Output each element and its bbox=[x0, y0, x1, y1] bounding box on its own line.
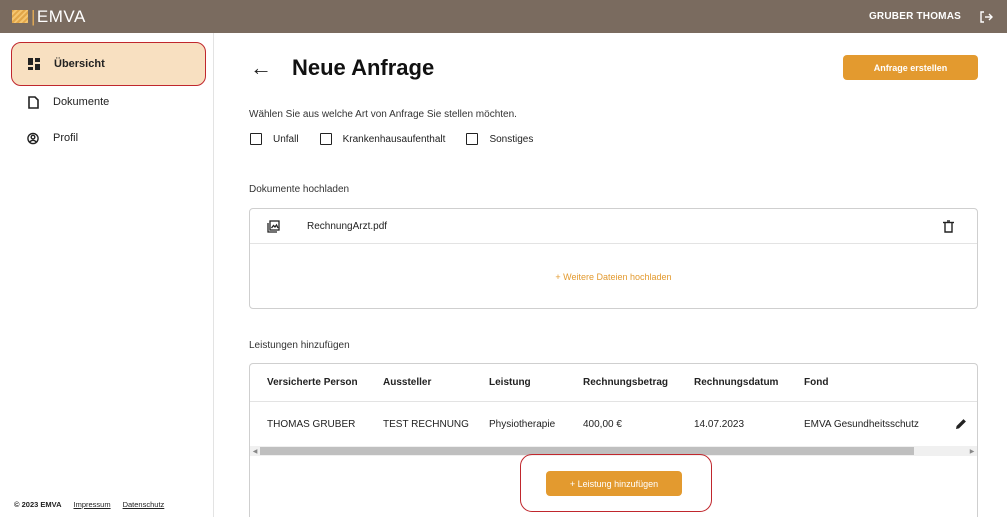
table-row[interactable]: THOMAS GRUBER TEST RECHNUNG Physiotherap… bbox=[250, 402, 977, 446]
main-content: ← Neue Anfrage Anfrage erstellen Wählen … bbox=[214, 33, 1007, 517]
impressum-link[interactable]: Impressum bbox=[74, 500, 111, 509]
checkbox-unfall[interactable]: Unfall bbox=[250, 133, 299, 145]
table-cell: 14.07.2023 bbox=[694, 418, 745, 430]
sidebar-footer: © 2023 EMVA Impressum Datenschutz bbox=[14, 500, 164, 509]
table-cell: 400,00 € bbox=[583, 418, 622, 430]
user-name[interactable]: GRUBER THOMAS bbox=[869, 11, 961, 22]
logo-text: EMVA bbox=[36, 6, 86, 26]
page-title: Neue Anfrage bbox=[292, 55, 435, 80]
table-cell: THOMAS GRUBER bbox=[267, 418, 356, 430]
upload-more-files-button[interactable]: + Weitere Dateien hochladen bbox=[250, 244, 977, 309]
profile-icon bbox=[27, 132, 39, 144]
document-upload-box: RechnungArzt.pdf + Weitere Dateien hochl… bbox=[249, 208, 978, 309]
checkbox-label: Krankenhausaufenthalt bbox=[342, 133, 446, 145]
column-header: Rechnungsdatum bbox=[694, 377, 779, 388]
page-header: ← Neue Anfrage bbox=[250, 55, 434, 81]
copyright: © 2023 EMVA bbox=[14, 500, 62, 509]
scroll-right-icon[interactable]: ▶ bbox=[967, 446, 977, 456]
checkbox-box[interactable] bbox=[319, 133, 332, 145]
sidebar: Übersicht Dokumente Profil © 2023 EMVA I… bbox=[0, 33, 214, 517]
checkbox-box[interactable] bbox=[250, 133, 262, 145]
logout-icon[interactable] bbox=[979, 10, 993, 24]
top-bar: |EMVA GRUBER THOMAS bbox=[0, 0, 1007, 33]
scroll-left-icon[interactable]: ◀ bbox=[250, 446, 260, 456]
sidebar-item-label: Übersicht bbox=[54, 58, 105, 70]
dashboard-icon bbox=[28, 58, 40, 70]
checkbox-label: Unfall bbox=[273, 133, 299, 145]
checkbox-label: Sonstiges bbox=[489, 133, 534, 145]
sidebar-item-label: Profil bbox=[53, 132, 79, 144]
request-type-options: Unfall Krankenhausaufenthalt Sonstiges bbox=[250, 133, 533, 145]
emva-logo[interactable]: |EMVA bbox=[12, 0, 86, 33]
request-type-intro: Wählen Sie aus welche Art von Anfrage Si… bbox=[249, 109, 517, 120]
sidebar-item-label: Dokumente bbox=[53, 96, 110, 108]
services-section-label: Leistungen hinzufügen bbox=[249, 340, 350, 351]
trash-icon[interactable] bbox=[943, 220, 954, 233]
create-request-button[interactable]: Anfrage erstellen bbox=[843, 55, 978, 80]
back-arrow-icon[interactable]: ← bbox=[250, 57, 272, 79]
table-header: Versicherte Person Aussteller Leistung R… bbox=[250, 364, 977, 402]
checkbox-sonstiges[interactable]: Sonstiges bbox=[466, 133, 533, 145]
table-cell: EMVA Gesundheitsschutz bbox=[804, 418, 919, 430]
document-icon bbox=[27, 95, 39, 109]
sidebar-item-profil[interactable]: Profil bbox=[11, 116, 206, 160]
column-header: Leistung bbox=[489, 377, 531, 388]
logo-mark-icon bbox=[12, 10, 28, 23]
documents-section-label: Dokumente hochladen bbox=[249, 184, 350, 195]
checkbox-krankenhausaufenthalt[interactable]: Krankenhausaufenthalt bbox=[319, 133, 446, 145]
table-cell: TEST RECHNUNG bbox=[383, 418, 469, 430]
file-image-icon bbox=[267, 219, 280, 233]
edit-pencil-icon[interactable] bbox=[955, 417, 967, 429]
file-name: RechnungArzt.pdf bbox=[307, 220, 388, 232]
column-header: Rechnungsbetrag bbox=[583, 377, 669, 388]
file-row: RechnungArzt.pdf bbox=[250, 209, 977, 244]
table-cell: Physiotherapie bbox=[489, 418, 556, 430]
add-service-button[interactable]: + Leistung hinzufügen bbox=[546, 471, 682, 496]
datenschutz-link[interactable]: Datenschutz bbox=[123, 500, 165, 509]
checkbox-box[interactable] bbox=[466, 133, 479, 145]
column-header: Fond bbox=[804, 377, 829, 388]
column-header: Versicherte Person bbox=[267, 377, 358, 388]
column-header: Aussteller bbox=[383, 377, 432, 388]
